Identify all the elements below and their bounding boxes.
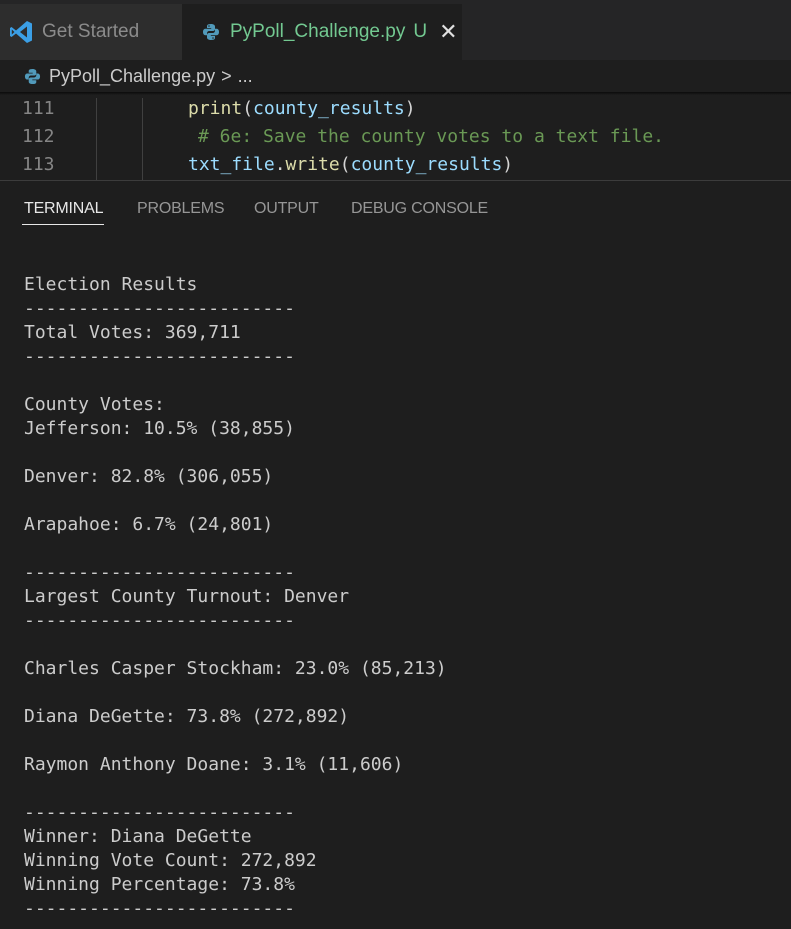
- code-token: .: [274, 154, 286, 175]
- terminal-line: County Votes:: [24, 394, 165, 415]
- indent-guide: [96, 154, 97, 180]
- terminal-output[interactable]: Election Results ------------------------…: [24, 273, 447, 921]
- breadcrumb-symbols[interactable]: ...: [238, 66, 253, 87]
- tab-label: Get Started: [42, 21, 140, 42]
- python-file-icon: [203, 24, 219, 40]
- git-untracked-badge: U: [413, 21, 428, 42]
- editor-tab-bar: Get Started PyPoll_Challenge.py U ✕: [0, 0, 791, 60]
- indent-guide: [142, 98, 143, 126]
- scroll-shadow: [0, 92, 791, 95]
- code-token: county_results: [253, 98, 405, 119]
- terminal-line: Denver: 82.8% (306,055): [24, 466, 274, 487]
- code-token: ): [502, 154, 514, 175]
- code-line[interactable]: 111 print(county_results): [0, 98, 791, 126]
- terminal-line: Arapahoe: 6.7% (24,801): [24, 514, 274, 535]
- code-text: print(county_results): [188, 98, 416, 119]
- terminal-line: Jefferson: 10.5% (38,855): [24, 418, 295, 439]
- code-token: write: [285, 154, 340, 175]
- terminal-line: Raymon Anthony Doane: 3.1% (11,606): [24, 754, 404, 775]
- code-text: txt_file.write(county_results): [188, 154, 513, 175]
- code-token: ): [404, 98, 416, 119]
- code-editor[interactable]: 111 print(county_results) 112 # 6e: Save th…: [0, 94, 791, 180]
- indent-guide: [142, 154, 143, 180]
- code-token: txt_file: [188, 154, 275, 175]
- terminal-line: Charles Casper Stockham: 23.0% (85,213): [24, 658, 447, 679]
- breadcrumb-file[interactable]: PyPoll_Challenge.py: [49, 66, 215, 87]
- indent-guide: [96, 98, 97, 126]
- active-tab-indicator: [22, 224, 104, 225]
- code-token: county_results: [350, 154, 503, 175]
- terminal-line: -------------------------: [24, 346, 295, 367]
- indent-guide: [142, 126, 143, 154]
- code-token: print: [188, 98, 243, 119]
- terminal-line: -------------------------: [24, 298, 295, 319]
- terminal-line: -------------------------: [24, 562, 295, 583]
- terminal-line: Diana DeGette: 73.8% (272,892): [24, 706, 350, 727]
- tab-output[interactable]: OUTPUT: [254, 200, 319, 218]
- terminal-line: Winner: Diana DeGette: [24, 826, 252, 847]
- tab-terminal[interactable]: TERMINAL: [24, 200, 104, 218]
- terminal-line: -------------------------: [24, 898, 295, 919]
- terminal-line: Winning Vote Count: 272,892: [24, 850, 317, 871]
- terminal-line: Total Votes: 369,711: [24, 322, 241, 343]
- line-number: 111: [22, 98, 55, 119]
- code-token: (: [242, 98, 254, 119]
- tab-pypoll-challenge[interactable]: PyPoll_Challenge.py U ✕: [182, 4, 462, 60]
- code-token: # 6e: Save the county votes to a text fi…: [198, 126, 664, 147]
- indent-guide: [96, 126, 97, 154]
- tab-get-started[interactable]: Get Started: [0, 4, 182, 60]
- code-token: (: [339, 154, 351, 175]
- close-icon[interactable]: ✕: [439, 21, 457, 43]
- panel-tab-bar: TERMINAL PROBLEMS OUTPUT DEBUG CONSOLE: [0, 181, 791, 227]
- terminal-line: -------------------------: [24, 610, 295, 631]
- terminal-line: -------------------------: [24, 802, 295, 823]
- python-file-icon: [24, 68, 41, 84]
- chevron-right-icon: >: [221, 65, 232, 86]
- line-number: 112: [22, 126, 55, 147]
- code-line[interactable]: 113 txt_file.write(county_results): [0, 154, 791, 180]
- code-text: # 6e: Save the county votes to a text fi…: [198, 126, 664, 147]
- terminal-line: Winning Percentage: 73.8%: [24, 874, 295, 895]
- vscode-logo-icon: [10, 21, 32, 43]
- bottom-panel: TERMINAL PROBLEMS OUTPUT DEBUG CONSOLE E…: [0, 180, 791, 929]
- tab-problems[interactable]: PROBLEMS: [137, 200, 225, 218]
- terminal-line: Largest County Turnout: Denver: [24, 586, 350, 607]
- tab-debug-console[interactable]: DEBUG CONSOLE: [351, 200, 488, 218]
- breadcrumb: PyPoll_Challenge.py > ...: [0, 60, 791, 92]
- tab-label: PyPoll_Challenge.py: [230, 21, 406, 42]
- line-number: 113: [22, 154, 55, 175]
- terminal-line: Election Results: [24, 274, 198, 295]
- code-line[interactable]: 112 # 6e: Save the county votes to a text…: [0, 126, 791, 154]
